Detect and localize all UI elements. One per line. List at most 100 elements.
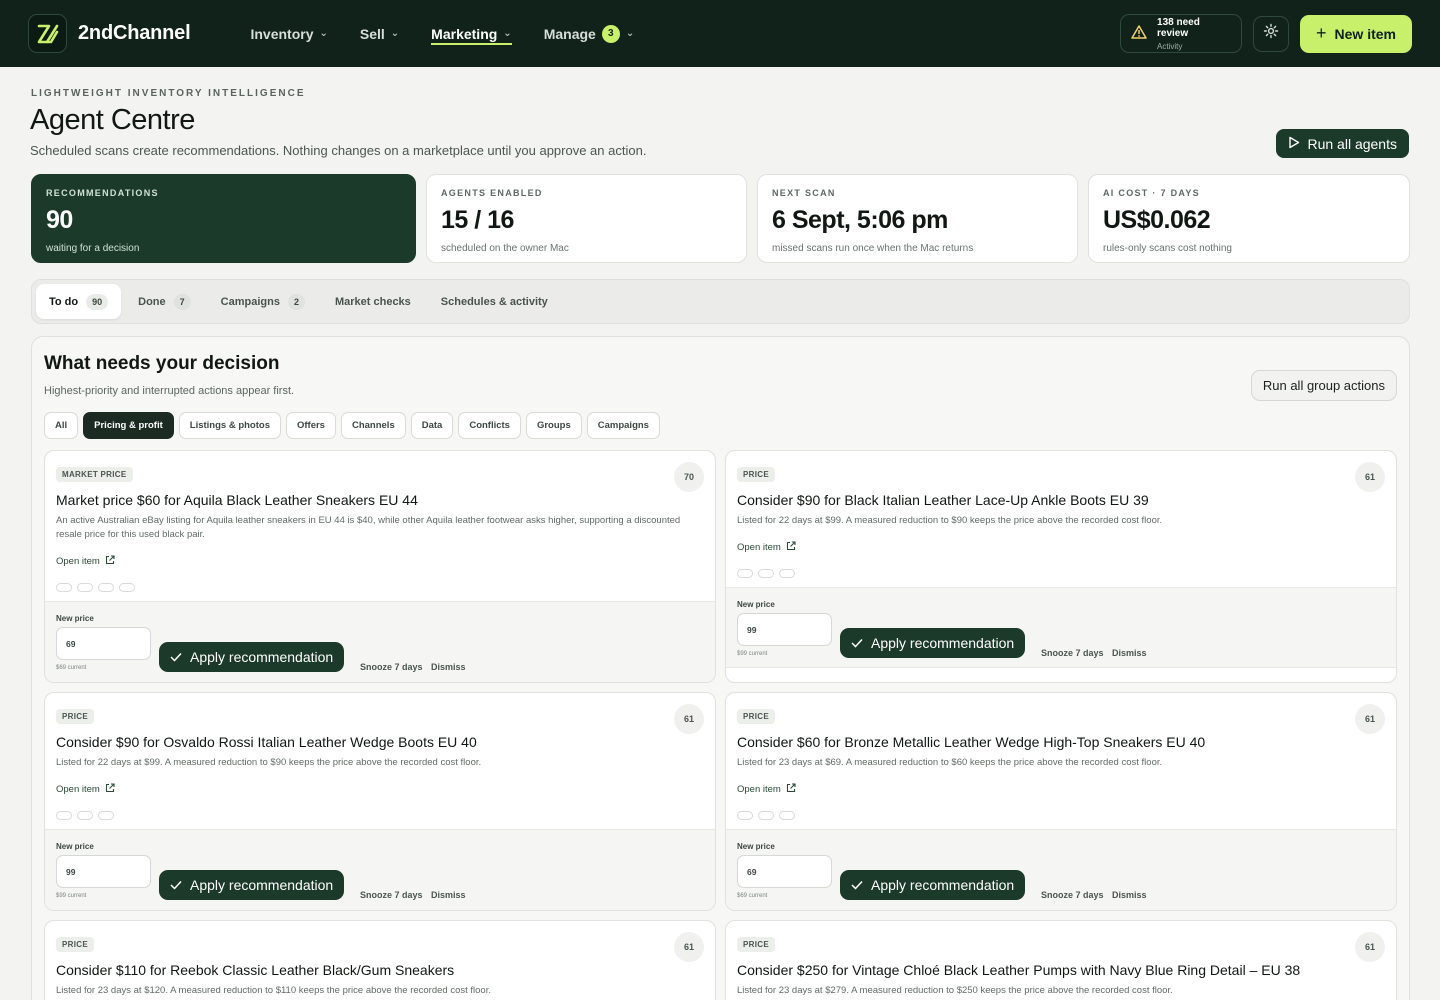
app-name: 2ndChannel xyxy=(78,22,191,44)
main-nav: Inventory ⌄ Sell ⌄ Marketing ⌄ Manage 3 … xyxy=(234,0,650,67)
dismiss-button[interactable]: Dismiss xyxy=(431,662,466,672)
checkmark-icon xyxy=(851,635,863,651)
status-dot xyxy=(98,583,114,592)
open-item-link[interactable]: Open item xyxy=(56,783,115,796)
filter-chip-campaigns[interactable]: Campaigns xyxy=(586,412,660,439)
recommendation-card: PRICE 61 Consider $60 for Bronze Metalli… xyxy=(725,692,1397,911)
new-price-input[interactable] xyxy=(737,613,832,646)
tab-label: Campaigns xyxy=(220,295,280,308)
filter-chip-data[interactable]: Data xyxy=(410,412,454,439)
filter-chip-pricing-profit[interactable]: Pricing & profit xyxy=(83,412,174,439)
snooze-button[interactable]: Snooze 7 days xyxy=(1041,890,1104,900)
apply-label: Apply recommendation xyxy=(871,877,1015,893)
review-text: 138 need review Activity xyxy=(1157,17,1231,51)
apply-recommendation-button[interactable]: Apply recommendation xyxy=(840,628,1026,658)
chevron-down-icon: ⌄ xyxy=(625,28,635,39)
tab-done[interactable]: Done 7 xyxy=(125,284,204,319)
tab-market-checks[interactable]: Market checks xyxy=(322,284,424,319)
settings-button[interactable] xyxy=(1253,15,1290,52)
filter-chip-offers[interactable]: Offers xyxy=(285,412,336,439)
priority-score: 61 xyxy=(1355,932,1385,962)
decision-panel: What needs your decision Highest-priorit… xyxy=(31,336,1410,1000)
run-all-agents-button[interactable]: Run all agents xyxy=(1276,129,1409,158)
new-price-input[interactable] xyxy=(56,855,151,888)
external-link-icon xyxy=(786,541,796,554)
priority-score: 61 xyxy=(1355,704,1385,734)
tab-campaigns[interactable]: Campaigns 2 xyxy=(208,284,318,319)
stat-value: 90 xyxy=(46,206,73,234)
recommendation-title: Consider $60 for Bronze Metallic Leather… xyxy=(737,734,1206,750)
apply-label: Apply recommendation xyxy=(871,635,1015,651)
priority-score: 61 xyxy=(1355,462,1385,492)
stat-card-agents: AGENTS ENABLED 15 / 16 scheduled on the … xyxy=(426,174,747,263)
open-item-label: Open item xyxy=(737,542,781,553)
new-price-input[interactable] xyxy=(56,627,151,660)
page-eyebrow: LIGHTWEIGHT INVENTORY INTELLIGENCE xyxy=(31,88,306,99)
status-dot xyxy=(56,811,72,820)
chevron-down-icon: ⌄ xyxy=(319,28,328,39)
priority-score: 61 xyxy=(674,704,704,734)
stat-value: US$0.062 xyxy=(1103,206,1211,234)
dismiss-button[interactable]: Dismiss xyxy=(1112,648,1147,658)
current-price-note: $99 current xyxy=(56,893,87,899)
new-item-button[interactable]: + New item xyxy=(1300,14,1412,53)
nav-inventory-label: Inventory xyxy=(250,25,314,42)
apply-recommendation-button[interactable]: Apply recommendation xyxy=(159,870,345,900)
nav-sell[interactable]: Sell ⌄ xyxy=(344,0,415,67)
apply-recommendation-button[interactable]: Apply recommendation xyxy=(840,870,1026,900)
filter-chip-conflicts[interactable]: Conflicts xyxy=(458,412,521,439)
recommendation-description: Listed for 23 days at $69. A measured re… xyxy=(737,757,1163,768)
snooze-button[interactable]: Snooze 7 days xyxy=(360,890,423,900)
current-price-note: $69 current xyxy=(56,665,87,671)
section-title: What needs your decision xyxy=(44,353,280,374)
tab-label: Schedules & activity xyxy=(440,295,548,308)
nav-manage[interactable]: Manage 3 ⌄ xyxy=(528,0,651,67)
recommendation-description: Listed for 23 days at $279. A measured r… xyxy=(737,985,1173,996)
checkmark-icon xyxy=(851,877,863,893)
snooze-button[interactable]: Snooze 7 days xyxy=(1041,648,1104,658)
nav-marketing[interactable]: Marketing ⌄ xyxy=(415,0,528,67)
snooze-button[interactable]: Snooze 7 days xyxy=(360,662,423,672)
new-price-input[interactable] xyxy=(737,855,832,888)
stat-label: AI COST · 7 DAYS xyxy=(1103,188,1200,198)
card-action-bar: New price $99 current Apply recommendati… xyxy=(726,587,1396,668)
open-item-link[interactable]: Open item xyxy=(737,783,796,796)
page-subtitle: Scheduled scans create recommendations. … xyxy=(30,143,647,158)
dismiss-button[interactable]: Dismiss xyxy=(431,890,466,900)
section-subtitle: Highest-priority and interrupted actions… xyxy=(44,385,295,397)
stat-note: waiting for a decision xyxy=(46,243,140,254)
status-dot xyxy=(56,583,72,592)
status-dot xyxy=(758,569,774,578)
stat-label: RECOMMENDATIONS xyxy=(46,188,159,198)
tab-to-do[interactable]: To do 90 xyxy=(36,284,122,319)
priority-score: 61 xyxy=(674,932,704,962)
status-indicators xyxy=(737,569,795,578)
recommendation-type-tag: PRICE xyxy=(737,467,775,482)
filter-chip-groups[interactable]: Groups xyxy=(525,412,582,439)
apply-recommendation-button[interactable]: Apply recommendation xyxy=(159,642,345,672)
open-item-link[interactable]: Open item xyxy=(56,555,115,568)
filter-chip-listings-photos[interactable]: Listings & photos xyxy=(178,412,281,439)
recommendation-type-tag: PRICE xyxy=(56,709,94,724)
logo-icon[interactable] xyxy=(28,14,67,53)
new-item-label: New item xyxy=(1334,25,1396,42)
dismiss-button[interactable]: Dismiss xyxy=(1112,890,1147,900)
status-dot xyxy=(779,569,795,578)
filter-chip-channels[interactable]: Channels xyxy=(340,412,406,439)
stat-value: 6 Sept, 5:06 pm xyxy=(772,206,948,234)
run-all-group-actions-button[interactable]: Run all group actions xyxy=(1250,370,1397,401)
filter-chip-all[interactable]: All xyxy=(44,412,79,439)
nav-inventory[interactable]: Inventory ⌄ xyxy=(234,0,343,67)
recommendation-title: Market price $60 for Aquila Black Leathe… xyxy=(56,492,418,508)
stat-note: rules-only scans cost nothing xyxy=(1103,243,1232,254)
status-dot xyxy=(77,811,93,820)
apply-label: Apply recommendation xyxy=(190,877,334,893)
tab-schedules-activity[interactable]: Schedules & activity xyxy=(428,284,561,319)
new-price-label: New price xyxy=(737,600,775,609)
run-all-agents-label: Run all agents xyxy=(1307,135,1397,152)
open-item-link[interactable]: Open item xyxy=(737,541,796,554)
open-item-label: Open item xyxy=(737,784,781,795)
tab-label: Done xyxy=(138,295,166,308)
review-alert-button[interactable]: 138 need review Activity xyxy=(1120,14,1243,53)
recommendation-title: Consider $90 for Black Italian Leather L… xyxy=(737,492,1149,508)
